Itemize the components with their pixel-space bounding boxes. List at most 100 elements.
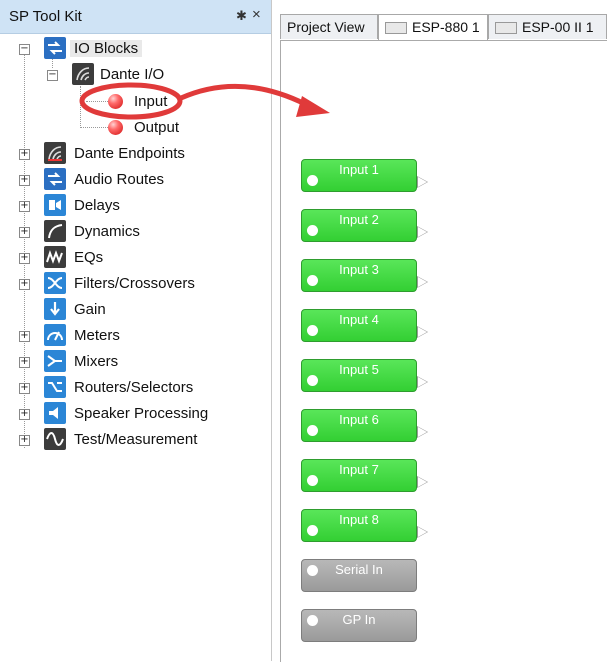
block-label: Input 6 [339, 412, 379, 427]
tree-item-routers-selectors[interactable]: + Routers/Selectors [0, 376, 271, 400]
tree-item-meters[interactable]: + Meters [0, 324, 271, 348]
block-label: Input 7 [339, 462, 379, 477]
tree-item-mixers[interactable]: + Mixers [0, 350, 271, 374]
output-port-icon[interactable] [417, 176, 428, 188]
design-canvas[interactable]: Input 1 Input 2 Input 3 Input 4 Input 5 Input… [280, 40, 607, 662]
expand-icon[interactable]: + [19, 409, 30, 420]
tree-item-eqs[interactable]: + EQs [0, 246, 271, 270]
tree-item-output[interactable]: Output [0, 116, 271, 140]
output-ball-icon [108, 120, 123, 135]
io-block[interactable]: Input 6 [301, 409, 428, 442]
collapse-icon[interactable]: − [47, 70, 58, 81]
expand-icon[interactable]: + [19, 175, 30, 186]
block-pin-icon[interactable] [307, 565, 318, 576]
tree-item-dante-io[interactable]: − Dante I/O [0, 63, 271, 87]
device-icon [495, 22, 517, 35]
io-block[interactable]: Input 8 [301, 509, 428, 542]
output-port-icon[interactable] [417, 376, 428, 388]
io-block[interactable]: Serial In [301, 559, 417, 592]
tree-item-label: EQs [74, 249, 104, 266]
output-port-icon[interactable] [417, 326, 428, 338]
output-port-icon[interactable] [417, 476, 428, 488]
expand-icon[interactable]: + [19, 331, 30, 342]
device-icon [385, 22, 407, 35]
tree-item-label: Speaker Processing [74, 405, 209, 422]
tab-label: ESP-880 1 [412, 19, 480, 35]
block-label: Input 2 [339, 212, 379, 227]
expand-icon[interactable]: + [19, 149, 30, 160]
output-port-icon[interactable] [417, 226, 428, 238]
block-pin-icon[interactable] [307, 175, 318, 186]
output-port-icon[interactable] [417, 426, 428, 438]
tree-item-label: Meters [74, 327, 120, 344]
delays-icon [44, 194, 66, 216]
block-label: GP In [342, 612, 376, 627]
input-ball-icon [108, 94, 123, 109]
panel-header: SP Tool Kit ✱ × [0, 0, 271, 34]
tree-item-delays[interactable]: + Delays [0, 194, 271, 218]
io-block[interactable]: Input 5 [301, 359, 428, 392]
tree-item-filters-crossovers[interactable]: + Filters/Crossovers [0, 272, 271, 296]
tab-label: Project View [287, 19, 365, 35]
close-icon[interactable]: × [252, 6, 261, 23]
eqs-icon [44, 246, 66, 268]
mixers-icon [44, 350, 66, 372]
tree-item-gain[interactable]: Gain [0, 298, 271, 322]
dynamics-icon [44, 220, 66, 242]
tree-item-label: Dante Endpoints [74, 145, 185, 162]
tree-item-label: Audio Routes [74, 171, 165, 188]
io-block[interactable]: Input 1 [301, 159, 428, 192]
block-pin-icon[interactable] [307, 475, 318, 486]
block-pin-icon[interactable] [307, 615, 318, 626]
io-blocks-icon [44, 37, 66, 59]
tree-item-label: Filters/Crossovers [74, 275, 195, 292]
tree-item-test-measurement[interactable]: + Test/Measurement [0, 428, 271, 452]
speaker-processing-icon [44, 402, 66, 424]
tab-label: ESP-00 II 1 [522, 19, 594, 35]
block-pin-icon[interactable] [307, 375, 318, 386]
tree-item-label: IO Blocks [70, 40, 143, 57]
test-measurement-icon [44, 428, 66, 450]
tree-item-label: Gain [74, 301, 106, 318]
sp-tool-kit-panel: SP Tool Kit ✱ × − IO Blocks − Dante I/O [0, 0, 272, 661]
expand-icon[interactable]: + [19, 435, 30, 446]
io-block[interactable]: Input 4 [301, 309, 428, 342]
pin-icon[interactable]: ✱ [236, 8, 247, 24]
io-block[interactable]: GP In [301, 609, 417, 642]
gain-icon [44, 298, 66, 320]
io-block[interactable]: Input 2 [301, 209, 428, 242]
tree-item-label: Dynamics [74, 223, 140, 240]
expand-icon[interactable]: + [19, 357, 30, 368]
tool-tree: − IO Blocks − Dante I/O Input Output + D… [0, 34, 271, 661]
filters-crossovers-icon [44, 272, 66, 294]
output-port-icon[interactable] [417, 276, 428, 288]
expand-icon[interactable]: + [19, 201, 30, 212]
io-block[interactable]: Input 7 [301, 459, 428, 492]
block-label: Input 3 [339, 262, 379, 277]
tree-item-io-blocks[interactable]: − IO Blocks [0, 37, 271, 61]
tab-esp-880-1[interactable]: ESP-880 1 [378, 14, 488, 41]
tree-item-dynamics[interactable]: + Dynamics [0, 220, 271, 244]
tab-esp-00-ii-1[interactable]: ESP-00 II 1 [488, 14, 607, 39]
tree-item-speaker-processing[interactable]: + Speaker Processing [0, 402, 271, 426]
block-pin-icon[interactable] [307, 525, 318, 536]
expand-icon[interactable]: + [19, 227, 30, 238]
block-pin-icon[interactable] [307, 425, 318, 436]
expand-icon[interactable]: + [19, 279, 30, 290]
tree-item-audio-routes[interactable]: + Audio Routes [0, 168, 271, 192]
document-tabs: Project View ESP-880 1 ESP-00 II 1 [278, 14, 607, 41]
block-label: Input 1 [339, 162, 379, 177]
io-block[interactable]: Input 3 [301, 259, 428, 292]
block-pin-icon[interactable] [307, 275, 318, 286]
block-label: Input 4 [339, 312, 379, 327]
tree-item-label: Test/Measurement [74, 431, 198, 448]
expand-icon[interactable]: + [19, 253, 30, 264]
tree-item-input[interactable]: Input [0, 90, 271, 114]
tree-item-dante-endpoints[interactable]: + Dante Endpoints [0, 142, 271, 166]
block-pin-icon[interactable] [307, 225, 318, 236]
output-port-icon[interactable] [417, 526, 428, 538]
block-pin-icon[interactable] [307, 325, 318, 336]
tab-project-view[interactable]: Project View [280, 14, 378, 39]
expand-icon[interactable]: + [19, 383, 30, 394]
collapse-icon[interactable]: − [19, 44, 30, 55]
